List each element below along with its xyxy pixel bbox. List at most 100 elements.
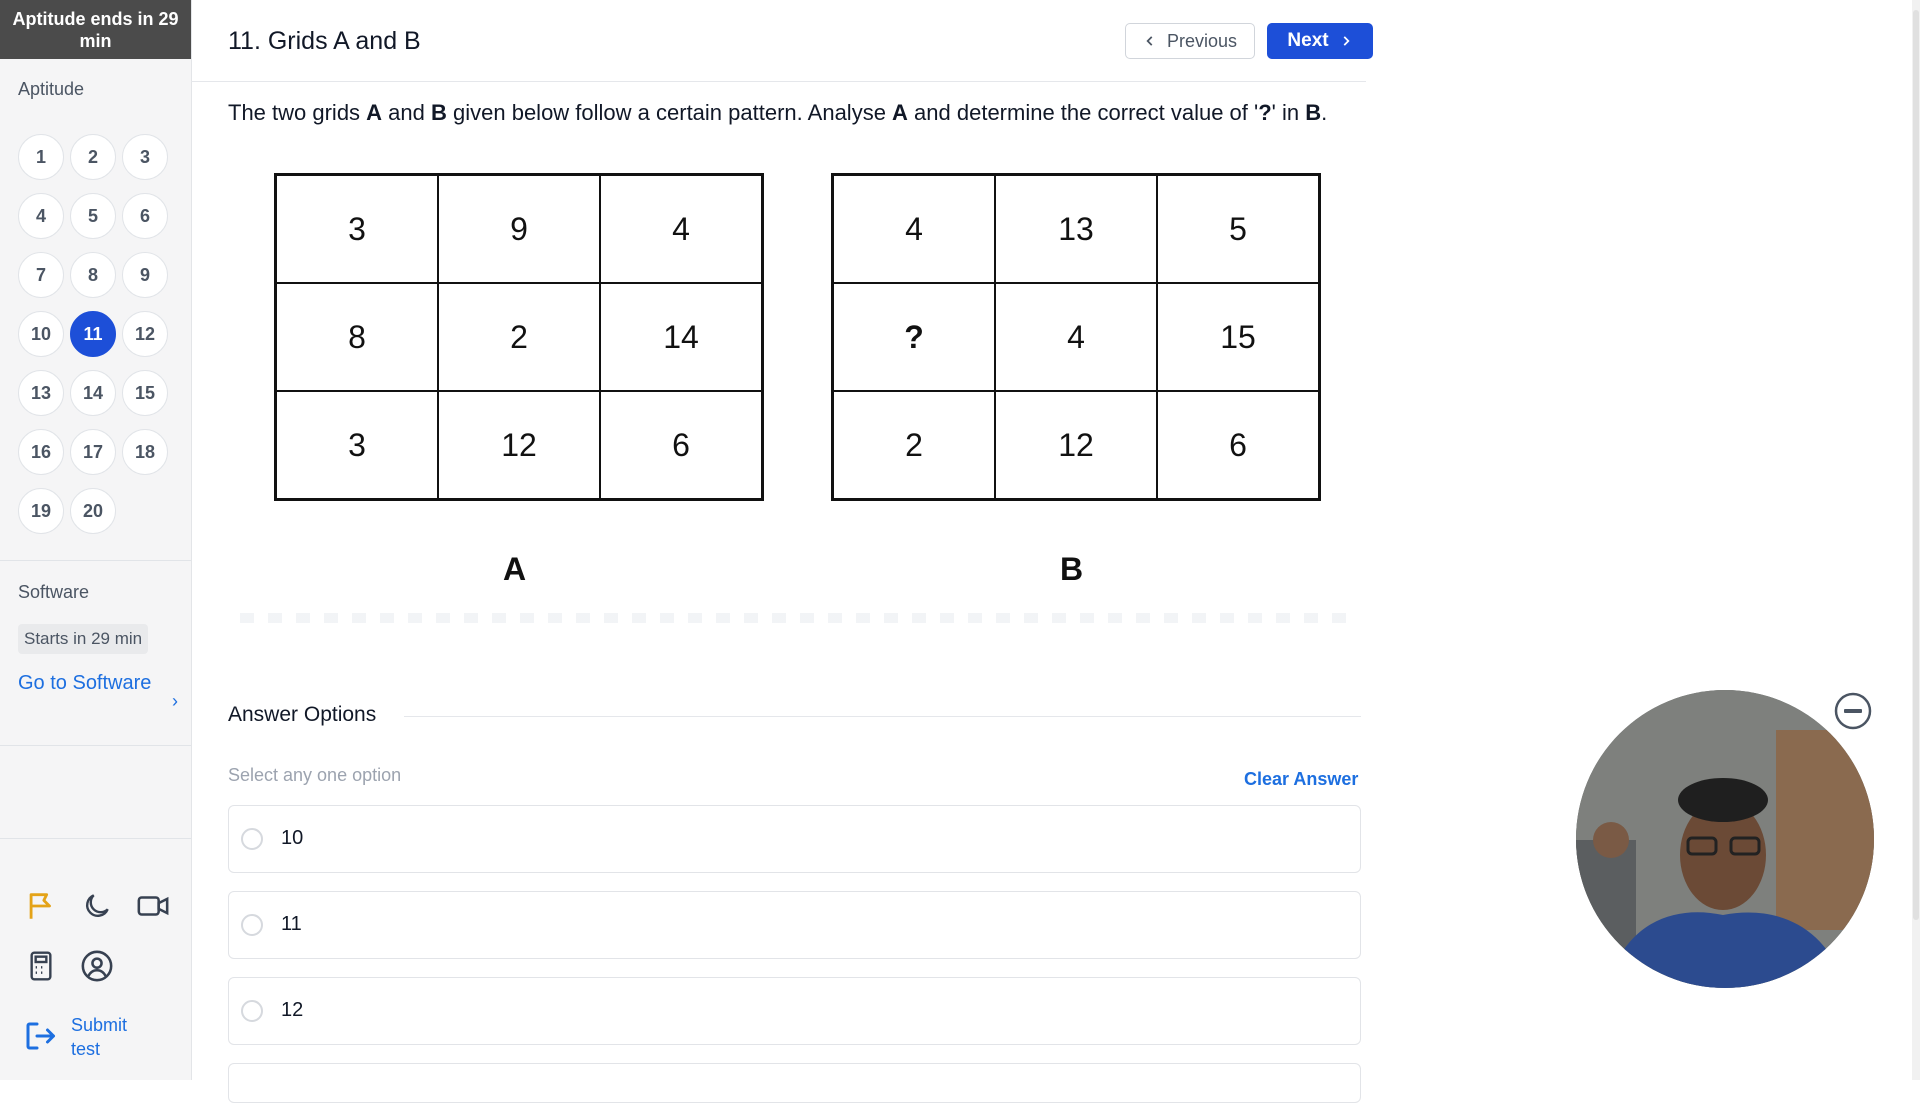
grid-cell: 8 bbox=[274, 282, 439, 392]
question-nav-button[interactable]: 13 bbox=[18, 370, 64, 416]
go-to-software-label: Go to Software bbox=[18, 672, 152, 694]
question-text-segment: and determine the correct value of ' bbox=[907, 100, 1259, 125]
question-nav-button[interactable]: 16 bbox=[18, 429, 64, 475]
next-label: Next bbox=[1287, 30, 1329, 51]
answer-option[interactable]: 11 bbox=[228, 891, 1361, 959]
question-nav-button[interactable]: 12 bbox=[122, 311, 168, 357]
question-nav-button[interactable]: 2 bbox=[70, 134, 116, 180]
option-text: 12 bbox=[281, 999, 304, 1021]
moon-icon[interactable] bbox=[79, 888, 115, 924]
question-text-segment: The two grids bbox=[228, 100, 367, 125]
option-text: 11 bbox=[281, 913, 302, 935]
question-text-segment: . bbox=[1321, 100, 1328, 125]
question-nav-button[interactable]: 9 bbox=[122, 252, 168, 298]
question-nav-button[interactable]: 15 bbox=[122, 370, 168, 416]
minimize-webcam-button[interactable] bbox=[1834, 692, 1872, 730]
question-nav-button[interactable]: 3 bbox=[122, 134, 168, 180]
sidebar-divider bbox=[0, 560, 191, 561]
logout-icon[interactable] bbox=[22, 1018, 58, 1054]
question-text-segment: ' in bbox=[1271, 100, 1306, 125]
question-text-segment: and bbox=[382, 100, 431, 125]
answer-options-divider bbox=[404, 716, 1361, 717]
submit-test-label: Submit test bbox=[71, 1015, 128, 1059]
minus-circle-icon bbox=[1834, 692, 1872, 730]
submit-test-button[interactable]: Submit test bbox=[71, 1013, 141, 1061]
grid-row: 3 12 6 bbox=[274, 390, 764, 501]
question-nav-button[interactable]: 17 bbox=[70, 429, 116, 475]
radio-button[interactable] bbox=[241, 914, 263, 936]
grid-row: 2 12 6 bbox=[831, 390, 1321, 501]
watermark-strip bbox=[240, 613, 1360, 623]
grid-cell: 4 bbox=[831, 173, 996, 284]
grid-cell: 5 bbox=[1156, 173, 1321, 284]
grid-row: ? 4 15 bbox=[831, 282, 1321, 392]
question-text: The two grids A and B given below follow… bbox=[228, 100, 1327, 126]
question-title: 11. Grids A and B bbox=[228, 27, 421, 55]
answer-options-title: Answer Options bbox=[228, 703, 377, 726]
grid-cell: 6 bbox=[599, 390, 764, 501]
question-nav-button[interactable]: 7 bbox=[18, 252, 64, 298]
clear-answer-button[interactable]: Clear Answer bbox=[1244, 769, 1358, 790]
user-circle-icon[interactable] bbox=[79, 948, 115, 984]
radio-button[interactable] bbox=[241, 1000, 263, 1022]
question-nav-button[interactable]: 5 bbox=[70, 193, 116, 239]
question-nav-button[interactable]: 11 bbox=[70, 311, 116, 357]
question-nav-button[interactable]: 1 bbox=[18, 134, 64, 180]
grid-a-label: A bbox=[503, 551, 527, 587]
question-nav-button[interactable]: 10 bbox=[18, 311, 64, 357]
webcam-person-image bbox=[1576, 690, 1874, 988]
answer-option[interactable] bbox=[228, 1063, 1361, 1103]
question-emphasis: A bbox=[892, 100, 908, 125]
webcam-preview bbox=[1576, 690, 1874, 988]
grid-b: 4 13 5? 4 15 2 12 6 bbox=[831, 173, 1321, 501]
grid-cell: 14 bbox=[599, 282, 764, 392]
answer-hint: Select any one option bbox=[228, 765, 402, 785]
flag-icon[interactable] bbox=[23, 888, 59, 924]
grid-row: 394 bbox=[274, 173, 764, 284]
question-nav-button[interactable]: 20 bbox=[70, 488, 116, 534]
question-nav-button[interactable]: 19 bbox=[18, 488, 64, 534]
grid-a: 3 9 4 8 2 14 3 12 6 bbox=[274, 173, 764, 501]
sidebar-divider bbox=[0, 745, 191, 746]
answer-option[interactable]: 10 bbox=[228, 805, 1361, 873]
grid-cell: 9 bbox=[437, 173, 601, 284]
next-button[interactable]: Next bbox=[1267, 23, 1373, 59]
grid-row: 4 13 5 bbox=[831, 173, 1321, 284]
previous-label: Previous bbox=[1166, 30, 1238, 51]
sidebar: Aptitude ends in 29 min Aptitude 1234567… bbox=[0, 0, 192, 1080]
chevron-left-icon bbox=[1146, 36, 1153, 46]
calculator-icon[interactable] bbox=[23, 948, 59, 984]
question-nav-button[interactable]: 8 bbox=[70, 252, 116, 298]
chevron-right-icon: › bbox=[172, 691, 178, 711]
grid-cell: 6 bbox=[1156, 390, 1321, 501]
radio-button[interactable] bbox=[241, 828, 263, 850]
chevron-right-icon bbox=[1343, 36, 1350, 46]
sidebar-divider bbox=[0, 838, 191, 839]
previous-button[interactable]: Previous bbox=[1125, 23, 1255, 59]
grid-cell: 3 bbox=[274, 390, 439, 501]
scrollbar-thumb[interactable] bbox=[1913, 10, 1919, 920]
question-text-segment: given below follow a certain pattern. An… bbox=[446, 100, 893, 125]
grid-cell: 4 bbox=[994, 282, 1158, 392]
answer-option[interactable]: 12 bbox=[228, 977, 1361, 1045]
question-nav-button[interactable]: 18 bbox=[122, 429, 168, 475]
question-navigator: 1 2 3 4 5 6 7 8 9 10 11 12 13 14 15 16 17 18 19 20 bbox=[18, 134, 188, 534]
grid-cell: 2 bbox=[437, 282, 601, 392]
grid-cell: 12 bbox=[437, 390, 601, 501]
question-emphasis: A bbox=[366, 100, 383, 125]
header-divider bbox=[191, 81, 1366, 82]
question-nav-button[interactable]: 14 bbox=[70, 370, 116, 416]
question-nav-button[interactable]: 4 bbox=[18, 193, 64, 239]
option-text: 10 bbox=[281, 827, 304, 849]
question-nav-button[interactable]: 6 bbox=[122, 193, 168, 239]
question-emphasis: ? bbox=[1258, 100, 1272, 125]
grid-cell: 4 bbox=[599, 173, 764, 284]
software-start-badge: Starts in 29 min bbox=[18, 624, 149, 654]
question-emphasis: B bbox=[431, 100, 447, 125]
grid-b-label: B bbox=[1060, 551, 1084, 587]
grid-cell: 13 bbox=[994, 173, 1158, 284]
section-label-aptitude: Aptitude bbox=[18, 79, 85, 99]
go-to-software-link[interactable]: Go to Software › bbox=[18, 668, 178, 711]
grid-cell: 15 bbox=[1156, 282, 1321, 392]
video-icon[interactable] bbox=[135, 888, 171, 924]
